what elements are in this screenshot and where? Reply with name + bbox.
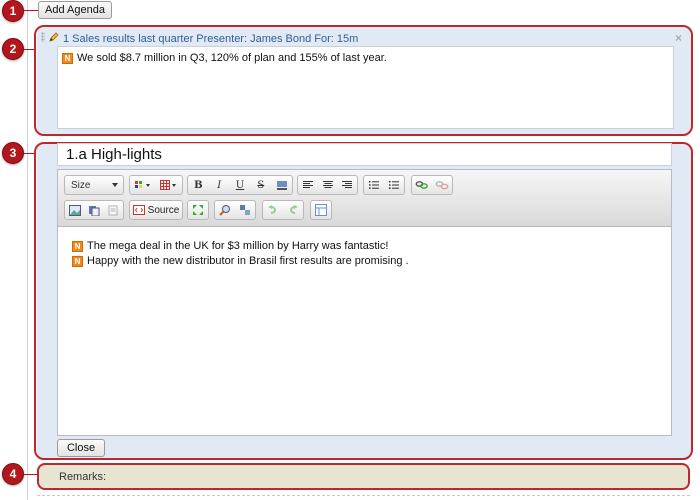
note-badge-icon: N [72,240,83,252]
font-size-select[interactable]: Size [64,175,124,195]
note-row: N We sold $8.7 million in Q3, 120% of pl… [62,52,387,64]
remarks-field[interactable]: Remarks: [37,463,690,490]
add-agenda-button[interactable]: Add Agenda [38,1,112,19]
note-row: N The mega deal in the UK for $3 million… [72,240,409,252]
unlink-icon[interactable] [432,176,452,194]
paste-text-icon[interactable] [104,201,123,219]
agenda-page: 1 Add Agenda 2 1 Sales results last quar… [0,0,700,500]
maximize-icon[interactable] [188,201,208,219]
strikethrough-icon[interactable]: S [250,176,271,194]
font-size-label: Size [71,179,91,191]
replace-icon[interactable] [235,201,255,219]
undo-icon[interactable] [263,201,283,219]
history-group [262,200,304,220]
alignment-group [297,175,358,195]
note-text: We sold $8.7 million in Q3, 120% of plan… [77,52,387,64]
align-left-icon[interactable] [298,176,318,194]
link-group [411,175,453,195]
sub-item-title-input[interactable]: 1.a High-lights [57,143,672,166]
rich-text-editor[interactable]: Size B I U S Source N The mega deal in t… [57,169,672,436]
numbered-list-icon[interactable] [364,176,384,194]
agenda-item-title-row[interactable]: 1 Sales results last quarter Presenter: … [48,31,358,46]
agenda-item-title[interactable]: 1 Sales results last quarter Presenter: … [63,33,358,45]
divider [37,495,690,496]
callout-line-4 [24,474,37,475]
left-rule [27,0,28,500]
callout-marker-4: 4 [2,463,24,485]
bullet-list-icon[interactable] [384,176,404,194]
redo-icon[interactable] [283,201,303,219]
blocks-group [310,200,332,220]
underline-icon[interactable]: U [230,176,251,194]
note-row: N Happy with the new distributor in Bras… [72,255,409,267]
drag-handle-icon[interactable] [41,32,45,42]
note-badge-icon: N [62,52,73,64]
text-format-group: B I U S [187,175,293,195]
bold-icon[interactable]: B [188,176,209,194]
callout-marker-2: 2 [2,38,24,60]
note-text: Happy with the new distributor in Brasil… [87,255,409,267]
list-group [363,175,405,195]
align-right-icon[interactable] [337,176,357,194]
agenda-item-notes[interactable]: N We sold $8.7 million in Q3, 120% of pl… [57,46,674,129]
insert-group [64,200,124,220]
editor-toolbar: Size B I U S Source [58,170,671,227]
callout-marker-3: 3 [2,142,24,164]
callout-marker-1: 1 [2,0,24,22]
table-icon[interactable] [156,176,182,194]
note-text: The mega deal in the UK for $3 million b… [87,240,389,252]
paste-icon[interactable] [84,201,103,219]
source-label: Source [147,204,180,216]
text-color-icon[interactable] [130,176,156,194]
close-icon[interactable]: × [675,31,682,45]
source-group: Source [129,200,183,220]
remarks-label: Remarks: [59,470,107,483]
image-icon[interactable] [65,201,84,219]
find-icon[interactable] [215,201,235,219]
align-center-icon[interactable] [318,176,338,194]
italic-icon[interactable]: I [209,176,230,194]
callout-line-2 [24,49,34,50]
find-group [214,200,256,220]
source-button[interactable]: Source [130,201,182,219]
maximize-group [187,200,209,220]
link-icon[interactable] [412,176,432,194]
pencil-icon[interactable] [48,31,60,46]
show-blocks-icon[interactable] [311,201,331,219]
remove-format-icon[interactable] [271,176,292,194]
callout-line-1 [24,10,38,11]
color-table-group [129,175,183,195]
chevron-down-icon [112,183,118,187]
note-badge-icon: N [72,255,83,267]
editor-content[interactable]: N The mega deal in the UK for $3 million… [72,240,409,267]
close-button[interactable]: Close [57,439,105,457]
